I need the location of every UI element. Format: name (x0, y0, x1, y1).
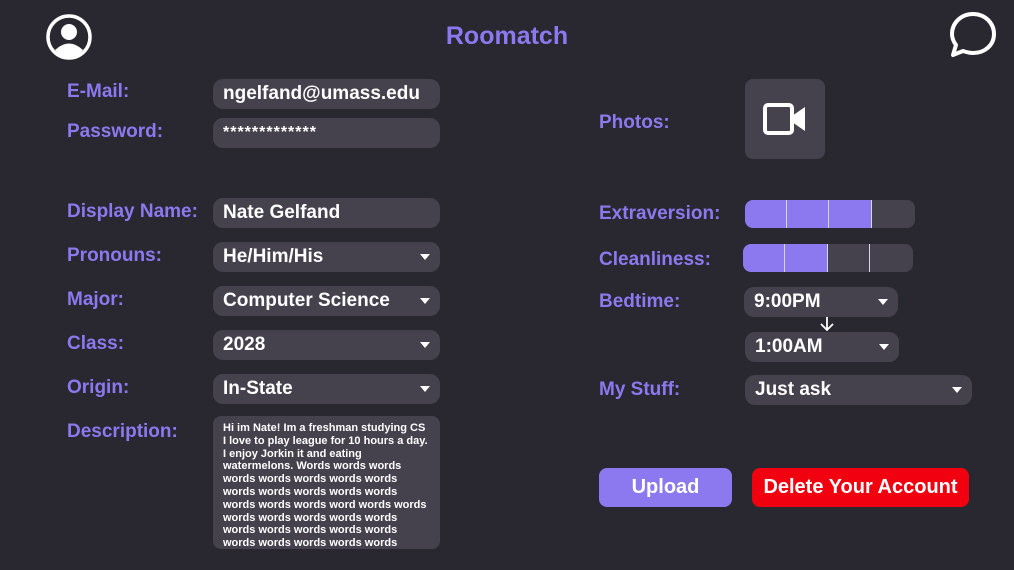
extraversion-segment[interactable] (872, 200, 915, 228)
chevron-down-icon (878, 299, 888, 305)
email-value: ngelfand@umass.edu (223, 83, 420, 104)
description-label: Description: (67, 421, 178, 442)
chevron-down-icon (420, 254, 430, 260)
upload-button[interactable]: Upload (599, 468, 732, 507)
bedtime-label: Bedtime: (599, 291, 681, 312)
video-camera-icon (763, 103, 805, 135)
extraversion-segment[interactable] (829, 200, 872, 228)
mystuff-label: My Stuff: (599, 379, 681, 400)
extraversion-slider[interactable] (745, 200, 915, 228)
chevron-down-icon (879, 344, 889, 350)
chevron-down-icon (420, 342, 430, 348)
origin-label: Origin: (67, 377, 130, 398)
email-field[interactable]: ngelfand@umass.edu (213, 79, 440, 109)
password-label: Password: (67, 121, 164, 142)
mystuff-value: Just ask (755, 379, 832, 400)
bedtime-end-value: 1:00AM (755, 336, 823, 357)
chevron-down-icon (420, 298, 430, 304)
bedtime-start-select[interactable]: 9:00PM (744, 287, 898, 317)
pronouns-label: Pronouns: (67, 245, 162, 266)
photo-upload-button[interactable] (745, 79, 825, 159)
chat-bubble-icon (950, 12, 996, 57)
cleanliness-slider[interactable] (743, 244, 913, 272)
extraversion-label: Extraversion: (599, 203, 721, 224)
extraversion-segment[interactable] (745, 200, 787, 228)
email-label: E-Mail: (67, 81, 130, 102)
pronouns-value: He/Him/His (223, 246, 324, 267)
display-name-label: Display Name: (67, 201, 198, 222)
delete-account-button[interactable]: Delete Your Account (752, 468, 969, 507)
photos-label: Photos: (599, 112, 670, 133)
class-label: Class: (67, 333, 125, 354)
cleanliness-segment[interactable] (785, 244, 828, 272)
chat-button[interactable] (948, 10, 998, 60)
major-select[interactable]: Computer Science (213, 286, 440, 316)
display-name-field[interactable]: Nate Gelfand (213, 198, 440, 228)
extraversion-segment[interactable] (787, 200, 829, 228)
password-field[interactable]: ************* (213, 118, 440, 148)
origin-value: In-State (223, 378, 293, 399)
chevron-down-icon (952, 387, 962, 393)
cleanliness-segment[interactable] (870, 244, 913, 272)
pronouns-select[interactable]: He/Him/His (213, 242, 440, 272)
class-value: 2028 (223, 334, 266, 355)
major-value: Computer Science (223, 290, 390, 311)
password-value: ************* (223, 124, 317, 141)
app-title: Roomatch (445, 22, 569, 50)
major-label: Major: (67, 289, 124, 310)
cleanliness-segment[interactable] (743, 244, 785, 272)
bedtime-end-select[interactable]: 1:00AM (745, 332, 899, 362)
cleanliness-label: Cleanliness: (599, 249, 711, 270)
class-select[interactable]: 2028 (213, 330, 440, 360)
chevron-down-icon (420, 386, 430, 392)
mystuff-select[interactable]: Just ask (745, 375, 972, 405)
description-textarea[interactable]: Hi im Nate! Im a freshman studying CS I … (213, 416, 440, 549)
display-name-value: Nate Gelfand (223, 202, 341, 223)
cleanliness-segment[interactable] (828, 244, 870, 272)
bedtime-start-value: 9:00PM (754, 291, 821, 312)
origin-select[interactable]: In-State (213, 374, 440, 404)
